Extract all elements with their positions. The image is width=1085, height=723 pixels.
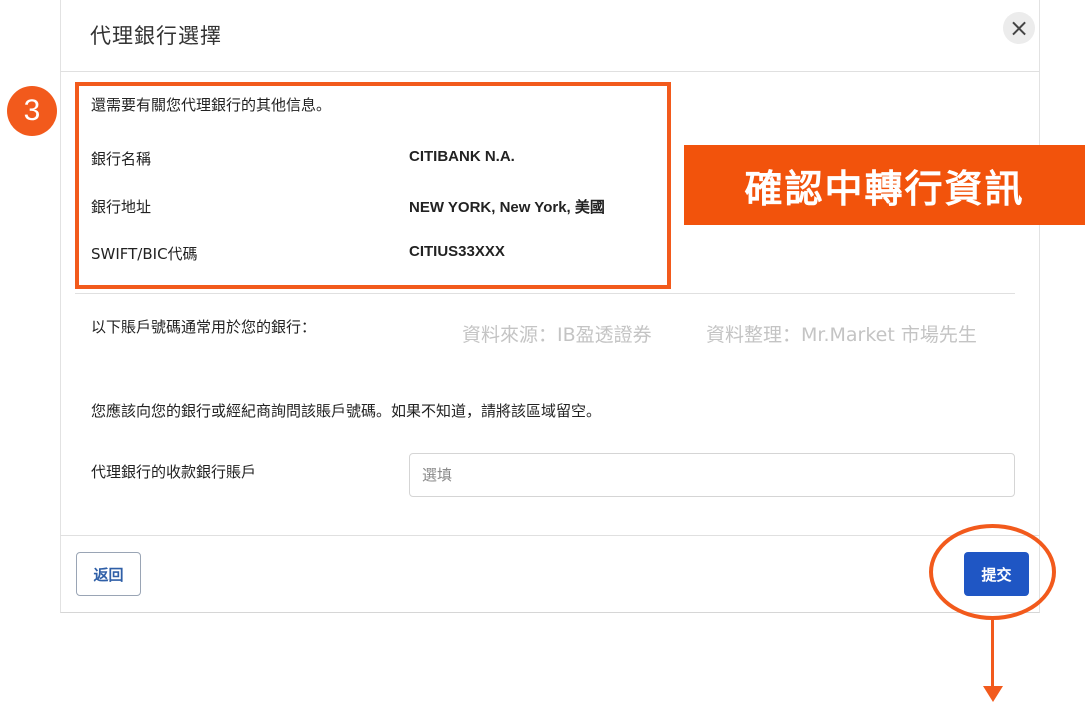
bank-address-value: NEW YORK, New York, 美國 — [409, 199, 605, 216]
bank-name-label: 銀行名稱 — [91, 150, 152, 168]
step-badge: 3 — [7, 86, 57, 136]
account-input[interactable] — [409, 453, 1015, 497]
header-divider — [60, 71, 1040, 72]
arrow-down-icon — [983, 686, 1003, 702]
annotation-banner: 確認中轉行資訊 — [684, 145, 1085, 225]
close-icon: × — [1008, 14, 1030, 42]
account-field-label: 代理銀行的收款銀行賬戶 — [91, 463, 257, 481]
swift-label: SWIFT/BIC代碼 — [91, 245, 198, 263]
watermark-author: 資料整理：Mr.Market 市場先生 — [706, 324, 977, 346]
dialog-title: 代理銀行選擇 — [90, 24, 222, 48]
annotation-arrow-line — [991, 620, 994, 688]
watermark-source: 資料來源：IB盈透證券 — [462, 324, 652, 346]
section-divider — [75, 293, 1015, 294]
footer-divider — [60, 535, 1040, 536]
swift-value: CITIUS33XXX — [409, 243, 505, 260]
close-button[interactable]: × — [1003, 12, 1035, 44]
bank-info-intro: 還需要有關您代理銀行的其他信息。 — [91, 96, 332, 114]
bank-name-value: CITIBANK N.A. — [409, 148, 515, 165]
advice-text: 您應該向您的銀行或經紀商詢問該賬戶號碼。如果不知道，請將該區域留空。 — [91, 402, 602, 420]
bank-address-label: 銀行地址 — [91, 198, 152, 216]
back-button[interactable]: 返回 — [76, 552, 141, 596]
submit-highlight-ring — [929, 524, 1056, 620]
common-account-text: 以下賬戶號碼通常用於您的銀行： — [91, 318, 317, 336]
